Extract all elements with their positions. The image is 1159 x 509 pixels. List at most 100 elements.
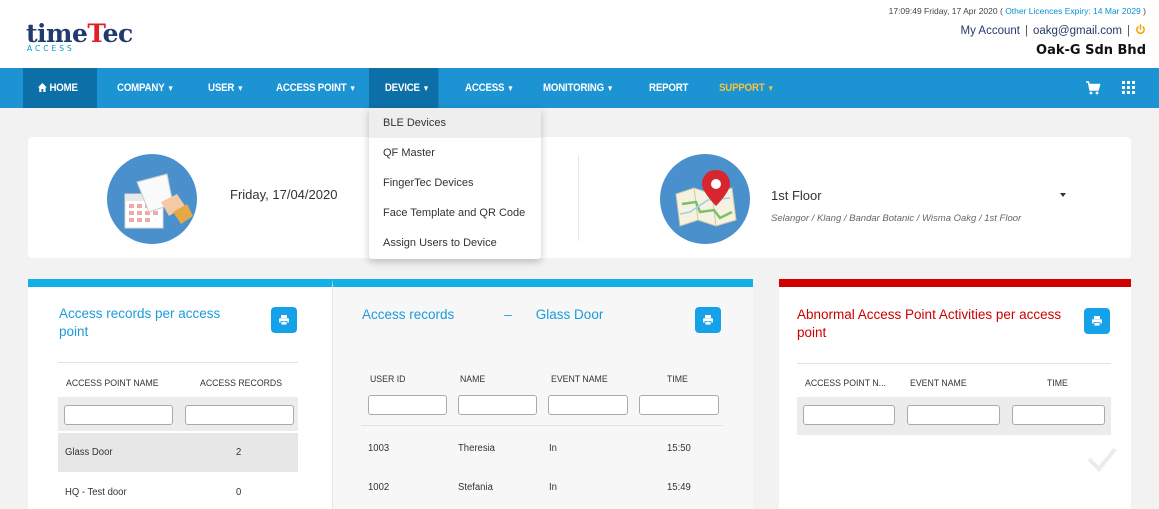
current-date: Friday, 17/04/2020 — [230, 187, 338, 202]
floor-location-path: Selangor / Klang / Bandar Botanic / Wism… — [771, 213, 1022, 224]
power-icon[interactable] — [1135, 24, 1146, 37]
caret-down-icon: ▼ — [422, 84, 430, 93]
caret-down-icon: ▼ — [236, 84, 244, 93]
print-button[interactable] — [271, 307, 297, 333]
nav-monitoring[interactable]: MONITORING ▼ — [543, 68, 614, 108]
filter-access-point-name-input[interactable] — [803, 405, 895, 425]
selected-door: Glass Door — [535, 307, 604, 322]
print-icon — [703, 315, 713, 326]
nav-user[interactable]: USER ▼ — [208, 68, 244, 108]
header-divider — [58, 362, 298, 363]
current-datetime: 17:09:49 Friday, 17 Apr 2020 ( — [888, 6, 1003, 16]
nav-report-label: REPORT — [649, 82, 689, 94]
row2-access-records: 0 — [236, 487, 242, 498]
access-records-panel: Access records – Glass Door USER ID NAME E… — [332, 279, 753, 509]
logo-subtitle: ACCESS — [27, 44, 75, 53]
col-header-time[interactable]: TIME — [1047, 378, 1068, 389]
print-icon — [279, 315, 289, 326]
filter-time-input[interactable] — [1012, 405, 1105, 425]
row1-access-records: 2 — [236, 447, 242, 458]
title-dash: – — [504, 307, 512, 322]
row2-event: In — [549, 482, 557, 493]
info-card: Friday, 17/04/2020 1st Floor Selangor / … — [28, 137, 1131, 258]
cart-icon[interactable] — [1085, 80, 1101, 96]
panel-title: Access records per access point — [59, 306, 221, 339]
caret-down-icon: ▼ — [506, 84, 514, 93]
row1-user-id: 1003 — [368, 443, 390, 454]
abnormal-activities-panel: Abnormal Access Point Activities per acc… — [779, 279, 1131, 509]
floor-dropdown-caret-icon[interactable] — [1060, 193, 1066, 197]
col-header-access-point-name[interactable]: ACCESS POINT N... — [805, 378, 886, 389]
timetec-logo[interactable]: timeTec ACCESS — [26, 19, 133, 56]
menu-item-ble-devices[interactable]: BLE Devices — [369, 108, 541, 138]
header-divider — [361, 425, 723, 426]
col-header-name[interactable]: NAME — [460, 374, 485, 385]
nav-report[interactable]: REPORT — [649, 68, 688, 108]
filter-access-point-name-input[interactable] — [64, 405, 173, 425]
col-header-event-name[interactable]: EVENT NAME — [551, 374, 608, 385]
nav-support-label: SUPPORT — [719, 82, 765, 94]
nav-access-point-label: ACCESS POINT — [276, 82, 347, 94]
filter-name-input[interactable] — [458, 395, 537, 415]
licence-expiry-link[interactable]: Other Licences Expiry: 14 Mar 2029 — [1005, 6, 1141, 16]
nav-home-label: HOME — [49, 82, 78, 94]
nav-access[interactable]: ACCESS ▼ — [465, 68, 514, 108]
records-title: Access records — [362, 307, 455, 322]
row2-user-id: 1002 — [368, 482, 390, 493]
home-icon — [38, 83, 47, 92]
apps-grid-icon[interactable] — [1122, 81, 1135, 94]
filter-user-id-input[interactable] — [368, 395, 447, 415]
col-header-access-point-name[interactable]: ACCESS POINT NAME — [66, 378, 159, 389]
row2-access-point-name[interactable]: HQ - Test door — [65, 487, 127, 498]
row1-time: 15:50 — [667, 443, 691, 454]
caret-down-icon: ▼ — [349, 84, 356, 93]
nav-access-label: ACCESS — [465, 82, 505, 94]
nav-support[interactable]: SUPPORT ▼ — [719, 68, 774, 108]
col-header-event-name[interactable]: EVENT NAME — [910, 378, 967, 389]
top-header: timeTec ACCESS 17:09:49 Friday, 17 Apr 2… — [0, 0, 1159, 68]
filter-event-name-input[interactable] — [907, 405, 1000, 425]
menu-item-qf-master[interactable]: QF Master — [369, 138, 541, 168]
menu-item-assign-users-to-device[interactable]: Assign Users to Device — [369, 228, 541, 258]
datetime-line: 17:09:49 Friday, 17 Apr 2020 ( Other Lic… — [889, 6, 1146, 16]
print-icon — [1092, 316, 1102, 327]
menu-item-face-template-qr-code[interactable]: Face Template and QR Code — [369, 198, 541, 228]
info-divider — [578, 155, 579, 241]
col-header-time[interactable]: TIME — [667, 374, 688, 385]
nav-home[interactable]: HOME — [23, 68, 97, 108]
filter-time-input[interactable] — [639, 395, 719, 415]
calendar-illustration-icon — [107, 154, 197, 244]
filter-event-name-input[interactable] — [548, 395, 628, 415]
account-line: My Account | oakg@gmail.com | — [889, 24, 1146, 37]
company-name: Oak-G Sdn Bhd — [1036, 43, 1146, 58]
print-button[interactable] — [1084, 308, 1110, 334]
row2-time: 15:49 — [667, 482, 691, 493]
row1-access-point-name[interactable]: Glass Door — [65, 447, 113, 458]
caret-down-icon: ▼ — [606, 84, 614, 93]
nav-device[interactable]: DEVICE ▼ — [369, 68, 439, 108]
device-dropdown-menu: BLE Devices QF Master FingerTec Devices … — [369, 108, 541, 259]
access-records-per-point-panel: Access records per access point ACCESS P… — [28, 279, 332, 509]
panel-title: Abnormal Access Point Activities per acc… — [797, 307, 1062, 340]
logo-letter-t: T — [87, 19, 103, 48]
nav-company-label: COMPANY — [117, 82, 165, 94]
caret-down-icon: ▼ — [767, 84, 774, 93]
my-account-link[interactable]: My Account — [961, 25, 1020, 37]
filter-access-records-input[interactable] — [185, 405, 294, 425]
col-header-access-records[interactable]: ACCESS RECORDS — [200, 378, 282, 389]
row1-event: In — [549, 443, 557, 454]
caret-down-icon: ▼ — [167, 84, 174, 93]
check-watermark-icon — [1087, 447, 1117, 472]
header-meta: 17:09:49 Friday, 17 Apr 2020 ( Other Lic… — [889, 6, 1146, 58]
floor-selector[interactable]: 1st Floor — [771, 188, 822, 203]
col-header-user-id[interactable]: USER ID — [370, 374, 405, 385]
nav-company[interactable]: COMPANY ▼ — [117, 68, 174, 108]
separator: | — [1127, 25, 1130, 37]
print-button[interactable] — [695, 307, 721, 333]
separator: | — [1024, 25, 1028, 37]
nav-access-point[interactable]: ACCESS POINT ▼ — [276, 68, 356, 108]
map-location-illustration-icon — [660, 154, 750, 244]
user-email-link[interactable]: oakg@gmail.com — [1033, 25, 1122, 37]
nav-monitoring-label: MONITORING — [543, 82, 604, 94]
menu-item-fingertec-devices[interactable]: FingerTec Devices — [369, 168, 541, 198]
